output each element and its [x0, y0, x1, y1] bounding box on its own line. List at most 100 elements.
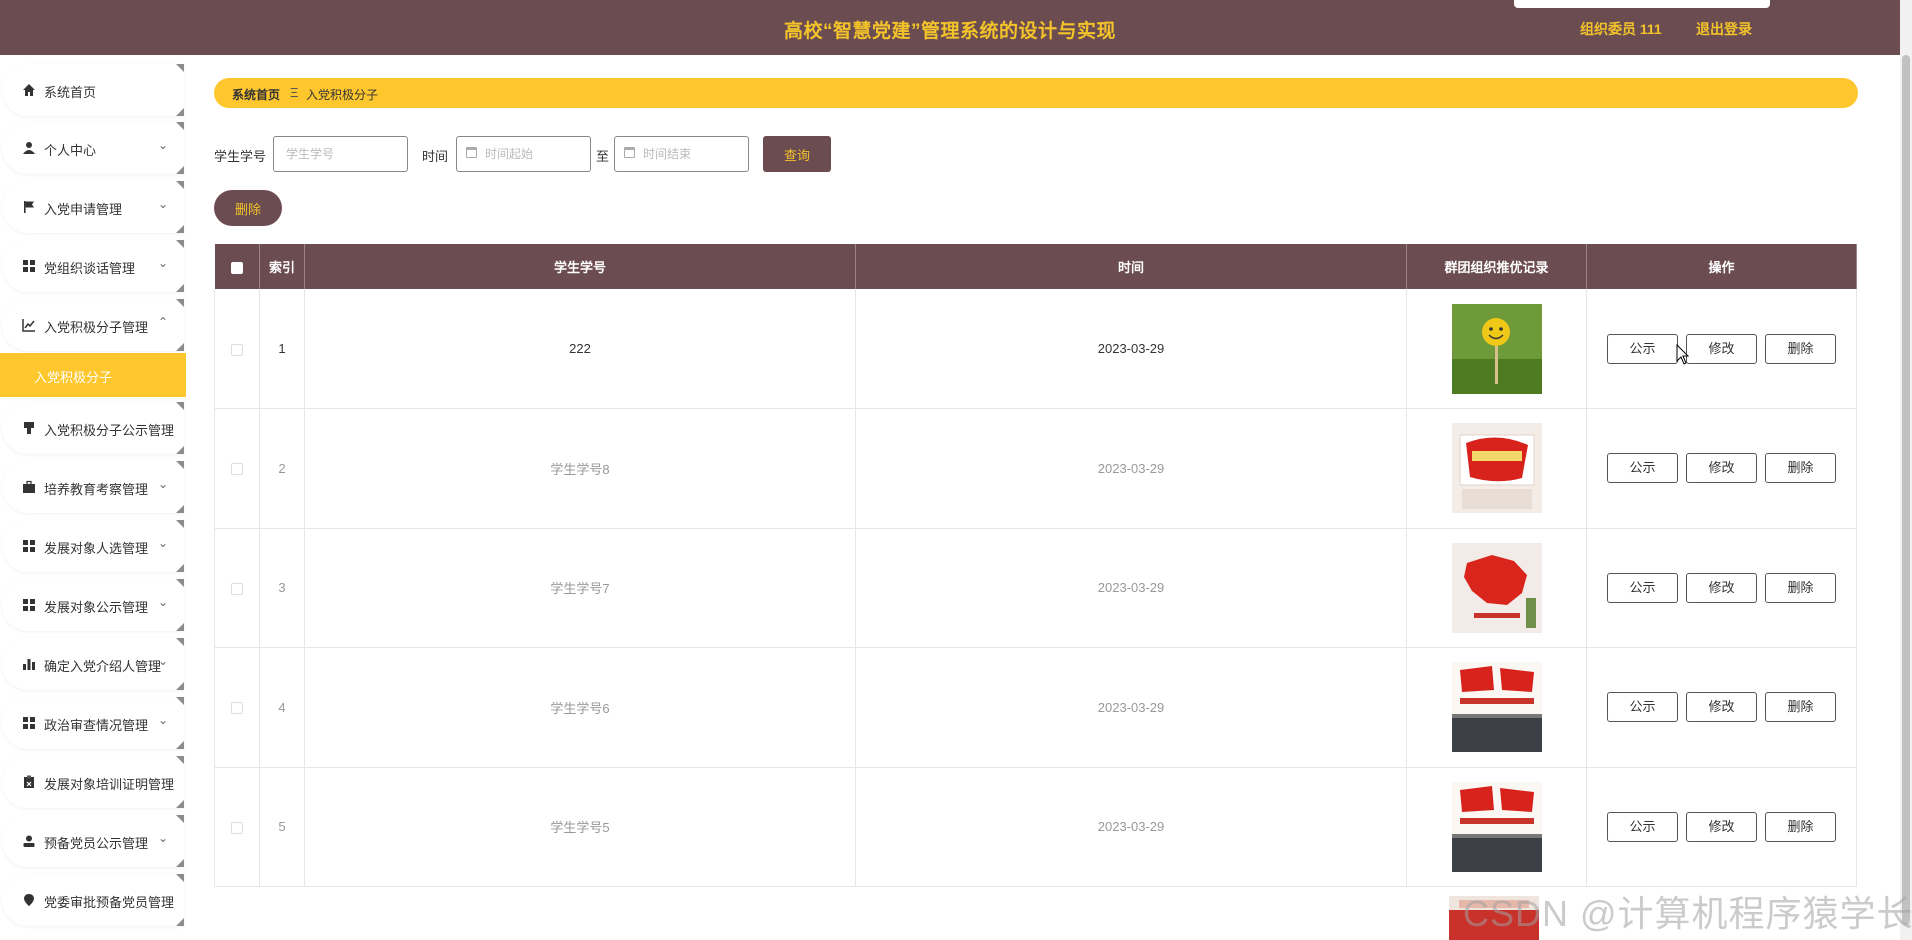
- edit-button[interactable]: 修改: [1686, 811, 1757, 842]
- row-actions: 公示 修改 删除: [1586, 408, 1857, 529]
- sidebar-item-label: 入党积极分子公示管理: [44, 423, 175, 438]
- sidebar-item-candidate-publicity[interactable]: 发展对象公示管理 ⌄: [2, 579, 184, 631]
- row-index: 3: [259, 528, 305, 648]
- select-all-header[interactable]: [214, 244, 260, 289]
- sidebar-subitem-activists[interactable]: 入党积极分子: [0, 353, 186, 397]
- select-all-checkbox[interactable]: [230, 261, 243, 274]
- table-row: 1 222 2023-03-29 公示 修改 删除: [214, 289, 1857, 409]
- sidebar-item-label: 党组织谈话管理: [44, 261, 136, 276]
- location-icon: [24, 894, 34, 906]
- row-index: 1: [259, 289, 305, 409]
- sidebar-subitem-label: 入党积极分子: [34, 370, 113, 385]
- sidebar-item-label: 入党积极分子管理: [44, 320, 149, 335]
- delete-button[interactable]: 删除: [1765, 572, 1836, 603]
- sidebar-item-home[interactable]: 系统首页: [2, 64, 184, 116]
- header-search-box[interactable]: [1514, 0, 1770, 8]
- row-time: 2023-03-29: [855, 767, 1407, 887]
- breadcrumb-current: 入党积极分子: [306, 88, 379, 102]
- delete-button[interactable]: 删除: [1765, 692, 1836, 723]
- watermark: CSDN @计算机程序猿学长: [1463, 893, 1912, 934]
- row-checkbox[interactable]: [231, 582, 243, 595]
- publicize-button[interactable]: 公示: [1607, 572, 1678, 603]
- student-id-input[interactable]: [273, 136, 408, 172]
- sidebar-item-probationary-publicity[interactable]: 预备党员公示管理 ⌄: [2, 815, 184, 867]
- briefcase-icon: [23, 480, 35, 493]
- chevron-up-icon: ⌃: [158, 315, 169, 329]
- breadcrumb: 系统首页 Ξ 入党积极分子: [214, 78, 1858, 108]
- delete-button[interactable]: 删除: [1765, 453, 1836, 484]
- batch-delete-button[interactable]: 删除: [214, 190, 282, 226]
- sidebar-item-training-certificate[interactable]: 发展对象培训证明管理: [2, 756, 184, 808]
- delete-button[interactable]: 删除: [1765, 811, 1836, 842]
- time-start-picker[interactable]: [456, 136, 591, 172]
- publicize-button[interactable]: 公示: [1607, 333, 1678, 364]
- row-checkbox[interactable]: [231, 821, 243, 834]
- student-id-label: 学生学号: [214, 149, 267, 164]
- sidebar-item-label: 发展对象人选管理: [44, 541, 149, 556]
- time-end-picker[interactable]: [614, 136, 749, 172]
- sidebar-item-introducers[interactable]: 确定入党介绍人管理 ⌄: [2, 638, 184, 690]
- sidebar-item-label: 发展对象培训证明管理: [44, 777, 175, 792]
- sidebar-item-label: 党委审批预备党员管理: [44, 895, 175, 910]
- record-thumbnail: [1451, 662, 1542, 753]
- sidebar-item-label: 系统首页: [44, 85, 97, 100]
- row-checkbox[interactable]: [231, 702, 243, 715]
- chart-line-icon: [22, 319, 35, 332]
- edit-button[interactable]: 修改: [1686, 453, 1757, 484]
- table-row: 4 学生学号6 2023-03-29 公示 修改 删除: [214, 647, 1857, 768]
- page-scrollbar[interactable]: [1900, 0, 1912, 940]
- column-header: 学生学号: [304, 244, 856, 289]
- row-checkbox[interactable]: [231, 463, 243, 476]
- grid-icon: [23, 540, 35, 552]
- row-student-id: 学生学号6: [304, 647, 856, 768]
- publicize-button[interactable]: 公示: [1607, 453, 1678, 484]
- row-student-id: 学生学号5: [304, 767, 856, 887]
- sidebar-item-application[interactable]: 入党申请管理 ⌄: [2, 181, 184, 233]
- edit-button[interactable]: 修改: [1686, 333, 1757, 364]
- sidebar-item-label: 确定入党介绍人管理: [44, 659, 162, 674]
- logout-link[interactable]: 退出登录: [1696, 19, 1752, 39]
- row-time: 2023-03-29: [855, 647, 1407, 768]
- row-checkbox[interactable]: [231, 343, 243, 356]
- delete-button[interactable]: 删除: [1765, 333, 1836, 364]
- table-row: 3 学生学号7 2023-03-29 公示 修改 删除: [214, 528, 1857, 648]
- row-index: 5: [259, 767, 305, 887]
- sidebar-item-label: 入党申请管理: [44, 202, 123, 217]
- chevron-down-icon: ⌄: [158, 654, 169, 668]
- sidebar-item-profile[interactable]: 个人中心 ⌄: [2, 122, 184, 174]
- edit-button[interactable]: 修改: [1686, 692, 1757, 723]
- breadcrumb-separator: Ξ: [290, 85, 299, 100]
- scrollbar-thumb[interactable]: [1902, 55, 1910, 925]
- publicize-button[interactable]: 公示: [1607, 692, 1678, 723]
- sidebar-item-political-review[interactable]: 政治审查情况管理 ⌄: [2, 697, 184, 749]
- chevron-down-icon: ⌄: [158, 536, 169, 550]
- record-thumbnail: [1451, 542, 1542, 633]
- sidebar-item-activist-publicity[interactable]: 入党积极分子公示管理: [2, 402, 184, 454]
- sidebar-item-activists[interactable]: 入党积极分子管理 ⌃: [2, 299, 184, 351]
- chevron-down-icon: ⌄: [158, 595, 169, 609]
- mouse-cursor-icon: [1676, 344, 1690, 365]
- calendar-icon: [624, 147, 635, 158]
- sidebar-item-talks[interactable]: 党组织谈话管理 ⌄: [2, 240, 184, 292]
- publicize-button[interactable]: 公示: [1607, 811, 1678, 842]
- edit-button[interactable]: 修改: [1686, 572, 1757, 603]
- sidebar-item-candidates[interactable]: 发展对象人选管理 ⌄: [2, 520, 184, 572]
- row-student-id: 学生学号8: [304, 408, 856, 529]
- record-thumbnail: [1451, 303, 1542, 394]
- breadcrumb-home[interactable]: 系统首页: [232, 86, 280, 103]
- query-button[interactable]: 查询: [763, 136, 831, 172]
- sidebar-item-label: 发展对象公示管理: [44, 600, 149, 615]
- clipboard-icon: [24, 775, 34, 788]
- grid-icon: [23, 717, 35, 729]
- sidebar-item-training[interactable]: 培养教育考察管理 ⌄: [2, 461, 184, 513]
- activists-table: 索引 学生学号 时间 群团组织推优记录 操作 1 222 2023-03-29 …: [214, 244, 1857, 887]
- to-label: 至: [596, 149, 610, 164]
- time-label: 时间: [422, 149, 449, 164]
- record-thumbnail: [1451, 423, 1542, 514]
- grid-icon: [23, 599, 35, 611]
- row-actions: 公示 修改 删除: [1586, 647, 1857, 768]
- user-icon: [23, 142, 35, 154]
- row-actions: 公示 修改 删除: [1586, 767, 1857, 887]
- sidebar-item-committee-approval[interactable]: 党委审批预备党员管理: [2, 874, 184, 926]
- row-time: 2023-03-29: [855, 289, 1407, 409]
